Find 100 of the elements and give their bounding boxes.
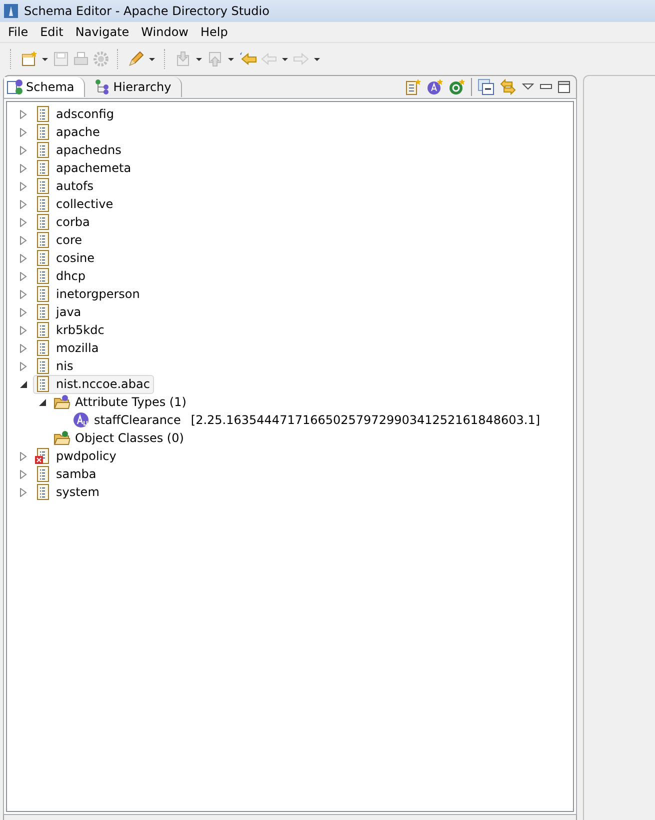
item-label: dhcp: [56, 269, 86, 283]
item-label: staffClearance: [94, 413, 181, 427]
item-label: samba: [56, 467, 96, 481]
tree-item[interactable]: apachemeta: [33, 158, 136, 178]
item-label: adsconfig: [56, 107, 114, 121]
collapsed-triangle-icon[interactable]: [19, 110, 28, 118]
new-schema-icon[interactable]: [405, 79, 421, 95]
schema-file-icon: [35, 196, 51, 212]
caret-icon[interactable]: [195, 55, 203, 63]
tree-item[interactable]: pwdpolicy: [33, 446, 120, 466]
item-label: collective: [56, 197, 114, 211]
collapsed-triangle-icon[interactable]: [19, 164, 28, 172]
schema-file-icon: [35, 322, 51, 338]
tree-item[interactable]: Attribute Types (1): [52, 392, 190, 412]
item-label: nis: [56, 359, 74, 373]
tree-item[interactable]: nis: [33, 356, 78, 376]
menu-item[interactable]: Help: [194, 24, 234, 40]
tree-item[interactable]: collective: [33, 194, 118, 214]
minimize-icon[interactable]: [540, 84, 552, 90]
collapsed-triangle-icon[interactable]: [19, 290, 28, 298]
schema-file-icon: [35, 160, 51, 176]
schema-file-icon: [35, 376, 51, 392]
tree-item[interactable]: mozilla: [33, 338, 103, 358]
tree-item[interactable]: autofs: [33, 176, 98, 196]
schema-file-icon: [35, 340, 51, 356]
tree-item[interactable]: krb5kdc: [33, 320, 108, 340]
collapsed-triangle-icon[interactable]: [19, 182, 28, 190]
collapsed-triangle-icon[interactable]: [19, 344, 28, 352]
view-menu-icon[interactable]: [522, 83, 534, 91]
collapsed-triangle-icon[interactable]: [19, 218, 28, 226]
schema-file-icon: [35, 358, 51, 374]
item-label: core: [56, 233, 82, 247]
collapsed-triangle-icon[interactable]: [19, 128, 28, 136]
collapsed-triangle-icon[interactable]: [19, 488, 28, 496]
menu-item[interactable]: Navigate: [69, 24, 136, 40]
tree-item[interactable]: adsconfig: [33, 104, 118, 124]
schema-file-icon: [35, 484, 51, 500]
schema-file-icon: [35, 466, 51, 482]
tree-item[interactable]: dhcp: [33, 266, 90, 286]
caret-icon[interactable]: [313, 55, 321, 63]
collapsed-triangle-icon[interactable]: [19, 362, 28, 370]
tree-item[interactable]: corba: [33, 212, 94, 232]
maximize-icon[interactable]: [558, 81, 570, 93]
folder-icon: [54, 394, 70, 410]
printer-icon[interactable]: [73, 51, 89, 67]
schema-file-icon: [35, 106, 51, 122]
schema-file-icon: [35, 286, 51, 302]
item-label: inetorgperson: [56, 287, 140, 301]
pencil-icon[interactable]: [128, 51, 144, 67]
caret-icon[interactable]: [227, 55, 235, 63]
menu-item[interactable]: Edit: [34, 24, 70, 40]
schema-file-icon: [35, 124, 51, 140]
collapsed-triangle-icon[interactable]: [19, 200, 28, 208]
menu-item[interactable]: File: [2, 24, 34, 40]
item-label: Object Classes (0): [75, 431, 184, 445]
item-label: Attribute Types (1): [75, 395, 186, 409]
view-tab[interactable]: Schema: [4, 77, 86, 97]
collapsed-triangle-icon[interactable]: [19, 452, 28, 460]
collapse-all-icon[interactable]: [478, 79, 494, 95]
new-file-icon[interactable]: [21, 51, 37, 67]
collapsed-triangle-icon[interactable]: [19, 146, 28, 154]
app-icon: [3, 3, 19, 19]
new-object-class-icon[interactable]: [449, 79, 465, 95]
tree-item[interactable]: inetorgperson: [33, 284, 144, 304]
tree-item[interactable]: Object Classes (0): [52, 428, 188, 448]
caret-icon[interactable]: [148, 55, 156, 63]
oid-text: [2.25.163544471716650257972990341252161848603.1]: [190, 413, 540, 427]
tree-item[interactable]: core: [33, 230, 86, 250]
tree-item[interactable]: system: [33, 482, 104, 502]
tree-item[interactable]: apache: [33, 122, 104, 142]
collapsed-triangle-icon[interactable]: [19, 308, 28, 316]
expanded-triangle-icon[interactable]: [19, 380, 28, 388]
menu-item[interactable]: Window: [135, 24, 194, 40]
item-label: apachedns: [56, 143, 122, 157]
new-attribute-icon[interactable]: [427, 79, 443, 95]
schema-file-icon: [35, 250, 51, 266]
window-title: Schema Editor - Apache Directory Studio: [24, 4, 270, 18]
item-label: krb5kdc: [56, 323, 104, 337]
collapsed-triangle-icon[interactable]: [19, 470, 28, 478]
tree-item[interactable]: apachedns: [33, 140, 126, 160]
caret-icon[interactable]: [41, 55, 49, 63]
collapsed-triangle-icon[interactable]: [19, 272, 28, 280]
item-label: system: [56, 485, 100, 499]
item-label: autofs: [56, 179, 94, 193]
schema-file-icon: [35, 268, 51, 284]
item-label: mozilla: [56, 341, 99, 355]
tree-item[interactable]: staffClearance [2.25.163544471716650257972990341252161848603.1]: [71, 410, 544, 430]
link-arrows-icon[interactable]: [500, 79, 516, 95]
caret-icon[interactable]: [281, 55, 289, 63]
view-tab[interactable]: Hierarchy: [91, 77, 182, 97]
tree-item[interactable]: samba: [33, 464, 100, 484]
collapsed-triangle-icon[interactable]: [19, 254, 28, 262]
tree-item[interactable]: cosine: [33, 248, 99, 268]
expanded-triangle-icon[interactable]: [38, 398, 47, 406]
item-label: java: [56, 305, 82, 319]
item-label: nist.nccoe.abac: [56, 377, 150, 391]
tree-item[interactable]: java: [33, 302, 86, 322]
collapsed-triangle-icon[interactable]: [19, 236, 28, 244]
tree-item[interactable]: nist.nccoe.abac: [33, 374, 154, 394]
collapsed-triangle-icon[interactable]: [19, 326, 28, 334]
